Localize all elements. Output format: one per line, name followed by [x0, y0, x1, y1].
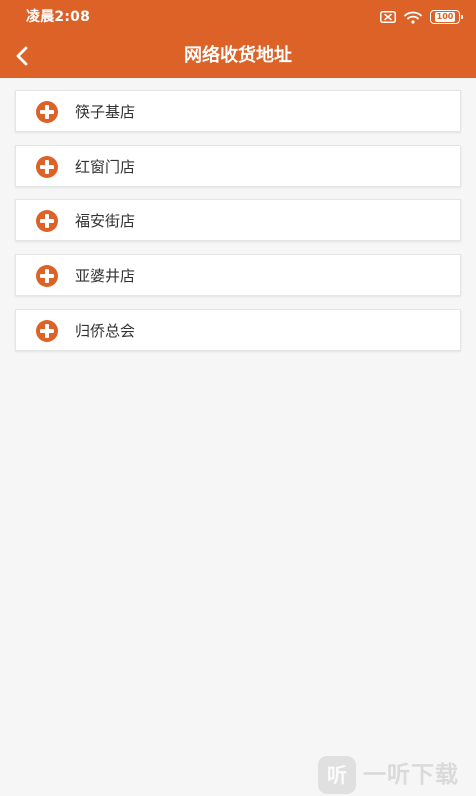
plus-circle-icon — [36, 320, 58, 342]
watermark-logo: 听 — [318, 756, 356, 794]
battery-level: 100 — [434, 12, 456, 22]
list-item-store[interactable]: 红窗门店 — [15, 145, 461, 187]
store-name: 红窗门店 — [75, 158, 136, 176]
list-item-store[interactable]: 筷子基店 — [15, 90, 461, 132]
watermark-text: 一听下载 — [363, 762, 459, 788]
page-title: 网络收货地址 — [184, 45, 292, 66]
list-item-store[interactable]: 福安街店 — [15, 199, 461, 241]
store-list: 筷子基店 红窗门店 福安街店 亚婆井店 归侨总会 — [15, 90, 461, 364]
store-name: 福安街店 — [75, 212, 136, 230]
status-bar: 凌晨2:08 100 — [0, 0, 476, 34]
store-name: 亚婆井店 — [75, 267, 136, 285]
wifi-icon — [404, 11, 422, 24]
plus-circle-icon — [36, 156, 58, 178]
list-item-store[interactable]: 亚婆井店 — [15, 254, 461, 296]
plus-circle-icon — [36, 265, 58, 287]
plus-circle-icon — [36, 101, 58, 123]
plus-circle-icon — [36, 210, 58, 232]
status-icons: 100 — [380, 9, 463, 25]
store-name: 归侨总会 — [75, 322, 136, 340]
list-item-store[interactable]: 归侨总会 — [15, 309, 461, 351]
watermark: 听 一听下载 — [318, 756, 459, 794]
battery-icon: 100 — [430, 10, 463, 24]
store-name: 筷子基店 — [75, 103, 136, 121]
sim-card-icon — [380, 11, 396, 23]
nav-bar: 网络收货地址 — [0, 34, 476, 78]
status-time: 凌晨2:08 — [26, 9, 91, 25]
app-header: 凌晨2:08 100 网络收货地址 — [0, 0, 476, 78]
